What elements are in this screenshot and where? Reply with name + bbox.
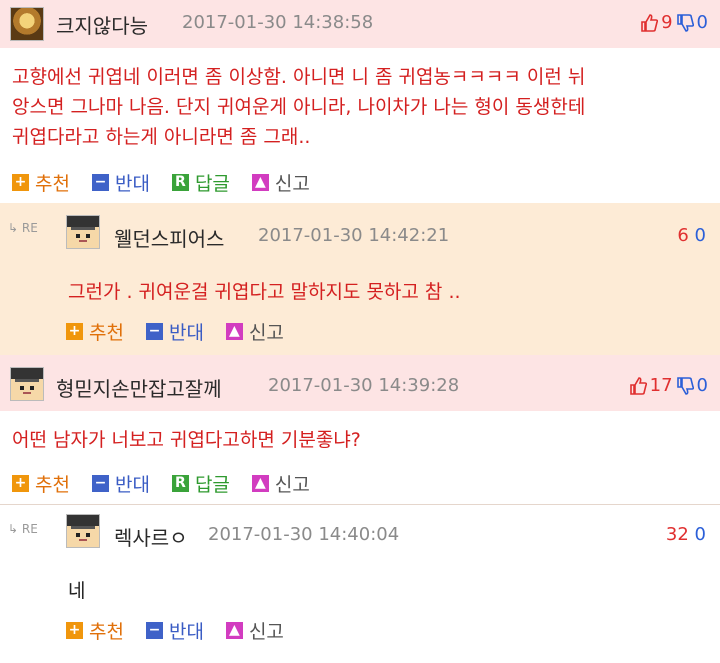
minus-icon: − bbox=[145, 621, 163, 639]
upvote-count: 32 bbox=[665, 524, 689, 545]
minus-icon: − bbox=[145, 322, 163, 340]
minus-icon: − bbox=[91, 173, 109, 191]
comment-line: 귀엽다라고 하는게 아니라면 좀 그래.. bbox=[12, 126, 311, 148]
nickname[interactable]: 크지않다능 bbox=[56, 10, 148, 39]
upvote-count: 17 bbox=[649, 375, 673, 396]
recommend-label: 추천 bbox=[89, 321, 124, 344]
reply-icon: R bbox=[171, 474, 189, 492]
comment-item: 형믿지손만잡고잘께 2017-01-30 14:39:28 17 0 어떤 남자… bbox=[0, 355, 720, 504]
plus-icon: + bbox=[66, 322, 83, 340]
reply-item: ↳ RE 렉사르ㅇ 2017-01-30 14:40:04 32 0 네 + 추천… bbox=[0, 504, 720, 663]
timestamp: 2017-01-30 14:39:28 bbox=[268, 375, 460, 396]
vote-counts: 9 0 bbox=[640, 12, 708, 33]
recommend-button[interactable]: + 추천 bbox=[12, 169, 70, 196]
oppose-button[interactable]: − 반대 bbox=[145, 318, 204, 345]
nickname[interactable]: 웰던스피어스 bbox=[114, 223, 224, 252]
report-label: 신고 bbox=[274, 473, 310, 496]
thumbs-up-icon[interactable] bbox=[629, 376, 647, 395]
thumbs-down-icon[interactable] bbox=[676, 13, 694, 32]
comment-body: 어떤 남자가 너보고 귀엽다고하면 기분좋냐? bbox=[0, 411, 720, 455]
downvote-count: 0 bbox=[694, 225, 706, 246]
plus-icon: + bbox=[66, 621, 83, 639]
divider bbox=[0, 504, 720, 505]
comment-body: 고향에선 귀엽네 이러면 좀 이상함. 아니면 니 좀 귀엽농ㅋㅋㅋㅋ 이런 뉘… bbox=[0, 48, 720, 152]
comment-actions: + 추천 − 반대 R 답글 ▲ 신고 bbox=[0, 164, 720, 200]
report-label: 신고 bbox=[248, 620, 284, 643]
oppose-label: 반대 bbox=[114, 473, 150, 496]
report-label: 신고 bbox=[248, 321, 284, 344]
recommend-button[interactable]: + 추천 bbox=[66, 318, 124, 345]
comment-line: 어떤 남자가 너보고 귀엽다고하면 기분좋냐? bbox=[12, 429, 361, 451]
downvote-count: 0 bbox=[696, 375, 708, 396]
oppose-button[interactable]: − 반대 bbox=[145, 617, 204, 644]
vote-counts: 17 0 bbox=[629, 375, 708, 396]
nickname[interactable]: 렉사르ㅇ bbox=[114, 522, 188, 551]
recommend-label: 추천 bbox=[35, 172, 70, 195]
comment-item: 크지않다능 2017-01-30 14:38:58 9 0 고향에선 귀엽네 이… bbox=[0, 0, 720, 203]
report-button[interactable]: ▲ 신고 bbox=[251, 169, 310, 196]
timestamp: 2017-01-30 14:40:04 bbox=[208, 524, 400, 545]
timestamp: 2017-01-30 14:42:21 bbox=[258, 225, 450, 246]
report-label: 신고 bbox=[274, 172, 310, 195]
recommend-label: 추천 bbox=[35, 473, 70, 496]
reply-label: 답글 bbox=[194, 172, 230, 195]
recommend-label: 추천 bbox=[89, 620, 124, 643]
reply-arrow-icon: ↳ RE bbox=[8, 221, 38, 235]
thumbs-up-icon[interactable] bbox=[640, 13, 659, 32]
comment-line: 고향에선 귀엽네 이러면 좀 이상함. 아니면 니 좀 귀엽농ㅋㅋㅋㅋ 이런 뉘 bbox=[12, 66, 586, 88]
siren-icon: ▲ bbox=[225, 322, 243, 340]
comment-actions: + 추천 − 반대 ▲ 신고 bbox=[66, 612, 306, 648]
nickname[interactable]: 형믿지손만잡고잘께 bbox=[56, 373, 222, 402]
recommend-button[interactable]: + 추천 bbox=[12, 470, 70, 497]
plus-icon: + bbox=[12, 173, 29, 191]
report-button[interactable]: ▲ 신고 bbox=[225, 617, 284, 644]
siren-icon: ▲ bbox=[251, 474, 269, 492]
reply-item: ↳ RE 웰던스피어스 2017-01-30 14:42:21 6 0 그런가 … bbox=[0, 203, 720, 355]
plus-icon: + bbox=[12, 474, 29, 492]
reply-label: 답글 bbox=[194, 473, 230, 496]
upvote-count: 6 bbox=[677, 225, 689, 246]
upvote-count: 9 bbox=[661, 12, 673, 33]
downvote-count: 0 bbox=[694, 524, 706, 545]
report-button[interactable]: ▲ 신고 bbox=[251, 470, 310, 497]
siren-icon: ▲ bbox=[251, 173, 269, 191]
oppose-label: 반대 bbox=[168, 620, 204, 643]
comment-actions: + 추천 − 반대 ▲ 신고 bbox=[66, 313, 306, 349]
avatar[interactable] bbox=[10, 7, 44, 41]
oppose-button[interactable]: − 반대 bbox=[91, 470, 150, 497]
comment-header: 크지않다능 2017-01-30 14:38:58 9 0 bbox=[0, 0, 720, 48]
oppose-label: 반대 bbox=[168, 321, 204, 344]
comment-header: 형믿지손만잡고잘께 2017-01-30 14:39:28 17 0 bbox=[0, 355, 720, 411]
reply-arrow-icon: ↳ RE bbox=[8, 522, 38, 536]
thumbs-down-icon[interactable] bbox=[676, 376, 694, 395]
downvote-count: 0 bbox=[696, 12, 708, 33]
report-button[interactable]: ▲ 신고 bbox=[225, 318, 284, 345]
reply-icon: R bbox=[171, 173, 189, 191]
minus-icon: − bbox=[91, 474, 109, 492]
reply-button[interactable]: R 답글 bbox=[171, 169, 230, 196]
oppose-button[interactable]: − 반대 bbox=[91, 169, 150, 196]
comment-line: 그런가 . 귀여운걸 귀엽다고 말하지도 못하고 참 .. bbox=[68, 281, 461, 303]
oppose-label: 반대 bbox=[114, 172, 150, 195]
vote-counts: 32 0 bbox=[666, 524, 706, 545]
comment-actions: + 추천 − 반대 R 답글 ▲ 신고 bbox=[0, 465, 720, 501]
vote-counts: 6 0 bbox=[677, 225, 706, 246]
timestamp: 2017-01-30 14:38:58 bbox=[182, 12, 374, 33]
avatar[interactable] bbox=[66, 514, 100, 548]
comment-line: 앙스면 그나마 나음. 단지 귀여운게 아니라, 나이차가 나는 형이 동생한테 bbox=[12, 96, 586, 118]
re-label: RE bbox=[21, 522, 38, 536]
comment-line: 네 bbox=[68, 580, 86, 602]
avatar[interactable] bbox=[10, 367, 44, 401]
reply-button[interactable]: R 답글 bbox=[171, 470, 230, 497]
recommend-button[interactable]: + 추천 bbox=[66, 617, 124, 644]
siren-icon: ▲ bbox=[225, 621, 243, 639]
re-label: RE bbox=[21, 221, 38, 235]
avatar[interactable] bbox=[66, 215, 100, 249]
